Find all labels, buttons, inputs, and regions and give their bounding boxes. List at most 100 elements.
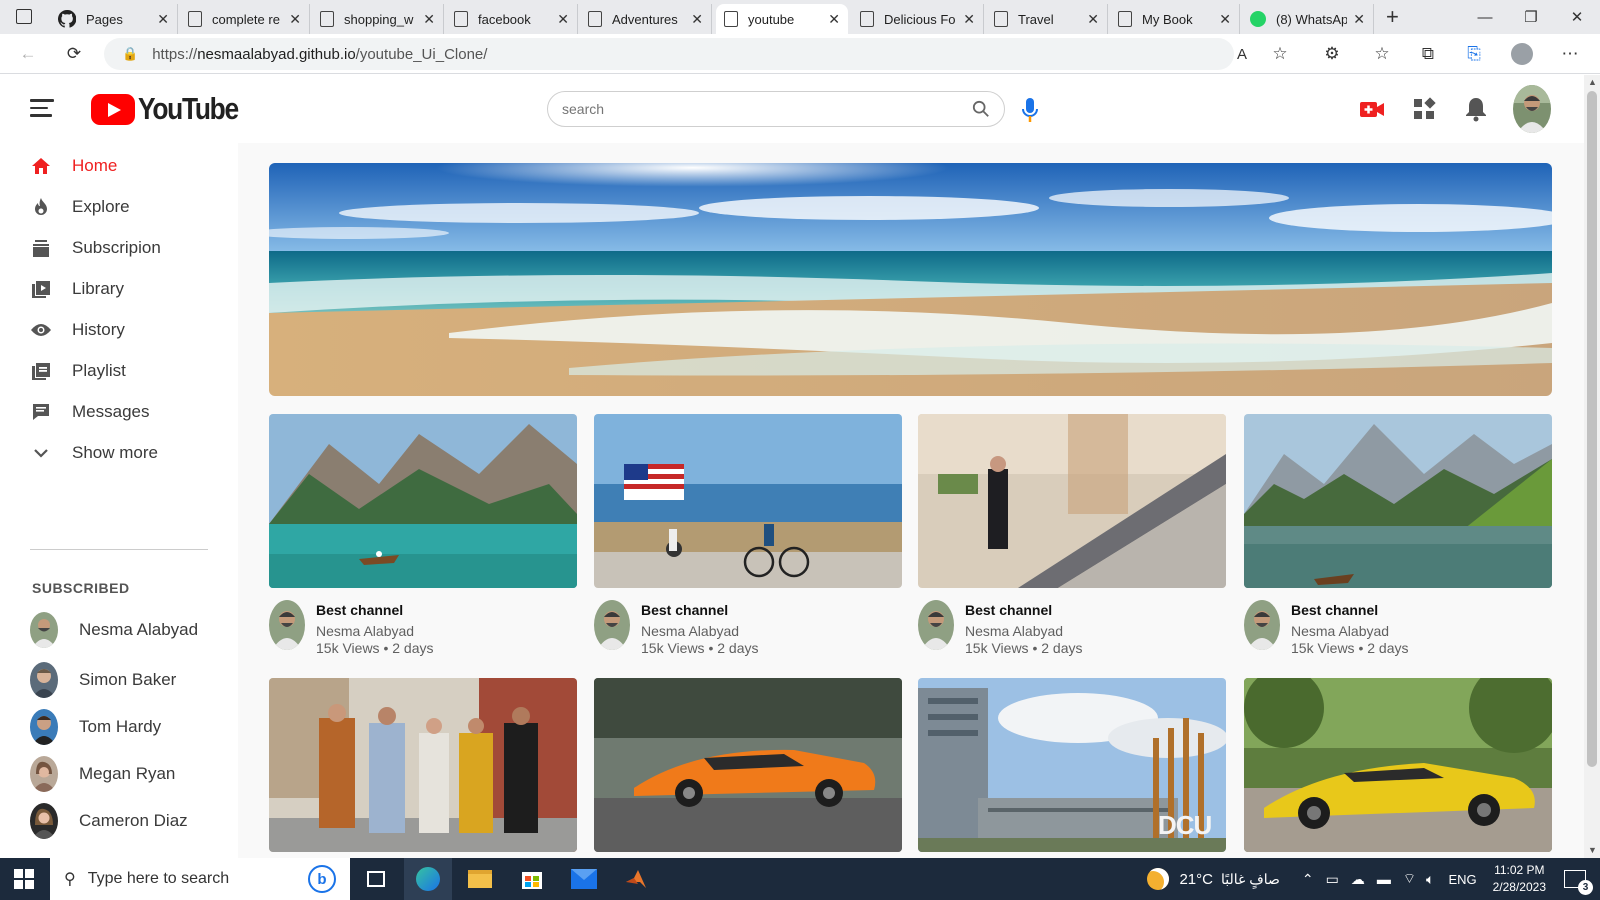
sidebar-item-home[interactable]: Home <box>30 151 230 181</box>
scrollbar-thumb[interactable] <box>1587 91 1597 767</box>
read-aloud-icon[interactable]: A <box>1230 42 1254 66</box>
mail-icon[interactable] <box>560 858 608 900</box>
video-card[interactable] <box>269 678 577 852</box>
subscription-item[interactable]: Nesma Alabyad <box>30 610 198 650</box>
tab-actions-icon[interactable] <box>16 9 32 24</box>
video-card[interactable]: Best channel Nesma Alabyad 15k Views • 2… <box>918 414 1226 656</box>
chevron-up-icon[interactable]: ⌃ <box>1302 871 1314 888</box>
scroll-up-arrow-icon[interactable]: ▲ <box>1588 77 1597 87</box>
video-card[interactable]: Best channel Nesma Alabyad 15k Views • 2… <box>1244 414 1552 656</box>
microsoft-store-icon[interactable] <box>508 858 556 900</box>
video-card[interactable]: DCU <box>918 678 1226 852</box>
create-video-icon[interactable] <box>1358 95 1386 123</box>
apps-icon[interactable] <box>1410 95 1438 123</box>
edge-browser-icon[interactable] <box>404 858 452 900</box>
url-bar[interactable]: 🔒 https://nesmaalabyad.github.io/youtube… <box>104 38 1234 70</box>
menu-icon[interactable] <box>30 99 54 117</box>
extensions-icon[interactable]: ⚙ <box>1320 42 1344 66</box>
wifi-icon[interactable]: ⌔ <box>1403 870 1416 888</box>
favorites-icon[interactable]: ☆ <box>1370 42 1394 66</box>
channel-avatar[interactable] <box>918 600 954 650</box>
notifications-bell-icon[interactable] <box>1462 95 1490 123</box>
video-title[interactable]: Best channel <box>965 602 1082 618</box>
close-icon[interactable]: ✕ <box>423 11 435 28</box>
close-icon[interactable]: ✕ <box>691 11 703 28</box>
video-thumbnail[interactable] <box>269 414 577 588</box>
channel-name[interactable]: Nesma Alabyad <box>1291 623 1408 639</box>
back-icon[interactable]: ← <box>16 42 40 66</box>
video-card[interactable] <box>1244 678 1552 852</box>
user-avatar[interactable] <box>1513 85 1551 133</box>
channel-avatar[interactable] <box>269 600 305 650</box>
tab-shopping[interactable]: shopping_w ✕ <box>312 4 444 34</box>
device-icon[interactable]: ▭ <box>1326 871 1339 888</box>
bing-icon[interactable]: b <box>308 865 336 893</box>
restore-icon[interactable]: ❐ <box>1508 0 1554 34</box>
sidebar-item-playlist[interactable]: Playlist <box>30 356 230 386</box>
weather-desc[interactable]: صافٍ غالبًا <box>1221 871 1280 888</box>
sidebar-item-messages[interactable]: Messages <box>30 397 230 427</box>
close-window-icon[interactable]: ✕ <box>1554 0 1600 34</box>
close-icon[interactable]: ✕ <box>1353 11 1365 28</box>
sidebar-item-subscriptions[interactable]: Subscripion <box>30 233 230 263</box>
sidebar-item-library[interactable]: Library <box>30 274 230 304</box>
video-thumbnail[interactable] <box>1244 414 1552 588</box>
collections-icon[interactable]: ⧉ <box>1416 42 1440 66</box>
channel-name[interactable]: Nesma Alabyad <box>316 623 433 639</box>
more-options-icon[interactable]: ⋯ <box>1558 42 1582 66</box>
video-thumbnail[interactable] <box>918 414 1226 588</box>
video-thumbnail[interactable] <box>1244 678 1552 852</box>
microphone-icon[interactable] <box>1020 95 1040 125</box>
new-tab-button[interactable]: + <box>1386 4 1399 30</box>
task-view-icon[interactable] <box>352 858 400 900</box>
profile-icon[interactable] <box>1510 42 1534 66</box>
clock[interactable]: 11:02 PM 2/28/2023 <box>1493 862 1546 896</box>
tab-my-book[interactable]: My Book ✕ <box>1110 4 1240 34</box>
tab-travel[interactable]: Travel ✕ <box>986 4 1108 34</box>
weather-temp[interactable]: 21°C <box>1179 871 1213 888</box>
tab-pages[interactable]: Pages ✕ <box>50 4 178 34</box>
close-icon[interactable]: ✕ <box>828 11 840 28</box>
video-card[interactable] <box>594 678 902 852</box>
search-input[interactable] <box>562 101 972 117</box>
tab-youtube[interactable]: youtube ✕ <box>716 4 848 34</box>
tab-complete[interactable]: complete re ✕ <box>180 4 310 34</box>
search-icon[interactable] <box>972 100 990 118</box>
video-title[interactable]: Best channel <box>1291 602 1408 618</box>
subscription-item[interactable]: Simon Baker <box>30 660 176 700</box>
youtube-logo[interactable]: YouTube <box>91 91 256 126</box>
close-icon[interactable]: ✕ <box>1087 11 1099 28</box>
file-explorer-icon[interactable] <box>456 858 504 900</box>
notification-center-icon[interactable]: 3 <box>1564 870 1593 895</box>
tab-adventures[interactable]: Adventures ✕ <box>580 4 712 34</box>
channel-avatar[interactable] <box>594 600 630 650</box>
close-icon[interactable]: ✕ <box>157 11 169 28</box>
scroll-down-arrow-icon[interactable]: ▼ <box>1588 845 1597 855</box>
matlab-icon[interactable] <box>612 858 660 900</box>
sidebar-item-history[interactable]: History <box>30 315 230 345</box>
favorite-star-icon[interactable]: ☆ <box>1268 42 1292 66</box>
tab-facebook[interactable]: facebook ✕ <box>446 4 578 34</box>
taskbar-search[interactable]: ⚲ Type here to search b <box>50 858 350 900</box>
hero-banner[interactable] <box>269 163 1552 396</box>
video-thumbnail[interactable]: DCU <box>918 678 1226 852</box>
channel-name[interactable]: Nesma Alabyad <box>965 623 1082 639</box>
battery-icon[interactable]: ▬ <box>1377 871 1391 887</box>
onedrive-icon[interactable]: ☁ <box>1351 871 1365 888</box>
page-scrollbar[interactable]: ▲ ▼ <box>1584 75 1600 858</box>
subscription-item[interactable]: Cameron Diaz <box>30 801 188 841</box>
video-thumbnail[interactable] <box>594 414 902 588</box>
video-thumbnail[interactable] <box>269 678 577 852</box>
tab-delicious[interactable]: Delicious Fo ✕ <box>852 4 984 34</box>
volume-icon[interactable]: 🔈︎ <box>1426 871 1434 888</box>
close-icon[interactable]: ✕ <box>557 11 569 28</box>
minimize-icon[interactable]: — <box>1462 0 1508 34</box>
video-card[interactable]: Best channel Nesma Alabyad 15k Views • 2… <box>594 414 902 656</box>
sidebar-item-explore[interactable]: Explore <box>30 192 230 222</box>
language-indicator[interactable]: ENG <box>1448 872 1476 887</box>
channel-avatar[interactable] <box>1244 600 1280 650</box>
close-icon[interactable]: ✕ <box>1219 11 1231 28</box>
close-icon[interactable]: ✕ <box>289 11 301 28</box>
tab-whatsapp[interactable]: (8) WhatsAp ✕ <box>1242 4 1374 34</box>
edge-bar-icon[interactable]: ⎘ <box>1462 42 1486 66</box>
